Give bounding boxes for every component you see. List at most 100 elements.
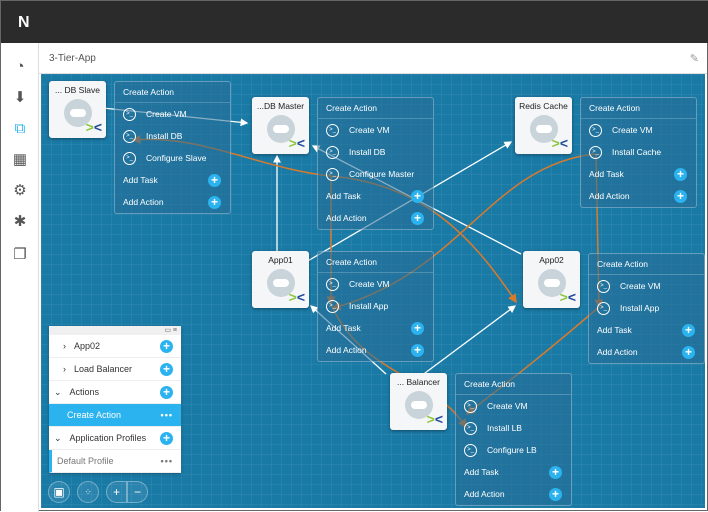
panel-item[interactable]: Create Action ••• — [49, 404, 181, 427]
node-name: App02 — [539, 255, 564, 265]
chevron-icon[interactable]: › — [63, 364, 66, 374]
task-item[interactable]: >_ Create VM — [318, 273, 433, 295]
add-action-row: Add Action + — [581, 185, 696, 207]
windows-icon[interactable]: ❐ — [12, 247, 28, 263]
add-action-button[interactable]: + — [208, 195, 221, 209]
task-item[interactable]: >_ Configure Slave — [115, 147, 230, 169]
apps-grid-icon[interactable]: ▦ — [12, 152, 28, 168]
wrench-icon[interactable]: ✎ — [690, 52, 699, 65]
admin-gear-icon[interactable]: ✱ — [12, 214, 28, 230]
settings-icon[interactable]: ⚙ — [12, 183, 28, 199]
task-item[interactable]: >_ Configure LB — [456, 439, 571, 461]
terminal-icon: >_ — [123, 151, 136, 165]
task-item[interactable]: >_ Install Cache — [581, 141, 696, 163]
terminal-icon: >_ — [326, 299, 339, 313]
add-action-button[interactable]: + — [682, 345, 695, 359]
nutanix-x-icon: >< — [288, 289, 305, 305]
task-item[interactable]: >_ Create VM — [589, 275, 704, 297]
action-title[interactable]: Create Action — [456, 374, 571, 395]
task-label: Install DB — [146, 131, 183, 141]
fit-screen-button[interactable]: ▣ — [48, 481, 70, 503]
task-item[interactable]: >_ Install LB — [456, 417, 571, 439]
zoom-out-button[interactable]: − — [127, 481, 148, 503]
action-box: Create Action >_ Create VM >_ Install Cache A… — [580, 97, 697, 208]
task-item[interactable]: >_ Configure Master — [318, 163, 433, 185]
action-title[interactable]: Create Action — [115, 82, 230, 103]
task-item[interactable]: >_ Create VM — [115, 103, 230, 125]
add-action-button[interactable]: + — [549, 487, 562, 501]
action-title[interactable]: Create Action — [581, 98, 696, 119]
task-label: Install Cache — [612, 147, 662, 157]
panel-item[interactable]: ⌄ Actions + — [49, 381, 181, 404]
layout-button[interactable]: ⁘ — [77, 481, 99, 503]
nutanix-x-icon: >< — [426, 411, 443, 427]
add-task-button[interactable]: + — [549, 465, 562, 479]
add-task-button[interactable]: + — [411, 189, 424, 203]
add-task-label: Add Task — [589, 169, 624, 179]
panel-item[interactable]: › Load Balancer + — [49, 358, 181, 381]
chevron-icon[interactable]: ⌄ — [54, 387, 62, 398]
task-label: Install App — [349, 301, 389, 311]
more-options-icon[interactable]: ••• — [161, 456, 173, 466]
service-node[interactable]: App02 >< — [523, 251, 580, 308]
task-label: Create VM — [349, 279, 390, 289]
task-item[interactable]: >_ Create VM — [581, 119, 696, 141]
panel-item-label: Default Profile — [57, 456, 114, 466]
navigator-panel: ▭ ≡ › App02 + › Load Balancer + ⌄ Actions + Creat… — [49, 326, 181, 473]
task-item[interactable]: >_ Install App — [318, 295, 433, 317]
task-item[interactable]: >_ Install App — [589, 297, 704, 319]
chevron-icon[interactable]: ⌄ — [54, 433, 62, 444]
blueprint-icon[interactable]: ⧉ — [12, 121, 28, 137]
task-item[interactable]: >_ Create VM — [318, 119, 433, 141]
action-title[interactable]: Create Action — [318, 98, 433, 119]
node-name: App01 — [268, 255, 293, 265]
service-node[interactable]: ...DB Master >< — [252, 97, 309, 154]
add-task-button[interactable]: + — [208, 173, 221, 187]
task-item[interactable]: >_ Install DB — [318, 141, 433, 163]
action-box: Create Action >_ Create VM >_ Install DB >_ Co… — [317, 97, 434, 230]
task-item[interactable]: >_ Install DB — [115, 125, 230, 147]
terminal-icon: >_ — [589, 145, 602, 159]
add-action-button[interactable]: + — [674, 189, 687, 203]
add-action-button[interactable]: + — [411, 211, 424, 225]
panel-item[interactable]: ⌄ Application Profiles + — [49, 427, 181, 450]
page-header: 3-Tier-App ✎ — [39, 43, 707, 74]
add-task-button[interactable]: + — [682, 323, 695, 337]
add-button[interactable]: + — [160, 431, 173, 445]
add-task-button[interactable]: + — [411, 321, 424, 335]
add-task-row: Add Task + — [456, 461, 571, 483]
node-name: Redis Cache — [519, 101, 568, 111]
action-title[interactable]: Create Action — [318, 252, 433, 273]
service-node[interactable]: ... Balancer >< — [390, 373, 447, 430]
add-task-row: Add Task + — [589, 319, 704, 341]
download-icon[interactable]: ⬇ — [12, 90, 28, 106]
panel-item-label: App02 — [74, 341, 101, 351]
panel-item[interactable]: Default Profile ••• — [49, 450, 181, 473]
add-action-label: Add Action — [326, 345, 367, 355]
add-task-row: Add Task + — [318, 317, 433, 339]
zoom-in-button[interactable]: + — [106, 481, 127, 503]
add-action-label: Add Action — [123, 197, 164, 207]
more-options-icon[interactable]: ••• — [161, 410, 173, 420]
terminal-icon: >_ — [326, 167, 339, 181]
service-node[interactable]: ... DB Slave >< — [49, 81, 106, 138]
add-task-button[interactable]: + — [674, 167, 687, 181]
panel-view-toggle-icon[interactable]: ▭ ≡ — [49, 326, 181, 335]
task-label: Create VM — [620, 281, 661, 291]
action-title[interactable]: Create Action — [589, 254, 704, 275]
add-button[interactable]: + — [160, 385, 173, 399]
add-action-row: Add Action + — [456, 483, 571, 505]
service-node[interactable]: App01 >< — [252, 251, 309, 308]
service-node[interactable]: Redis Cache >< — [515, 97, 572, 154]
add-task-row: Add Task + — [115, 169, 230, 191]
add-action-button[interactable]: + — [411, 343, 424, 357]
add-button[interactable]: + — [160, 339, 173, 353]
dashboard-icon[interactable]: ◔ — [12, 59, 28, 75]
panel-item-label: Create Action — [67, 410, 122, 420]
task-item[interactable]: >_ Create VM — [456, 395, 571, 417]
chevron-icon[interactable]: › — [63, 341, 66, 351]
nutanix-x-icon: >< — [85, 119, 102, 135]
add-action-row: Add Action + — [318, 207, 433, 229]
panel-item[interactable]: › App02 + — [49, 335, 181, 358]
add-button[interactable]: + — [160, 362, 173, 376]
